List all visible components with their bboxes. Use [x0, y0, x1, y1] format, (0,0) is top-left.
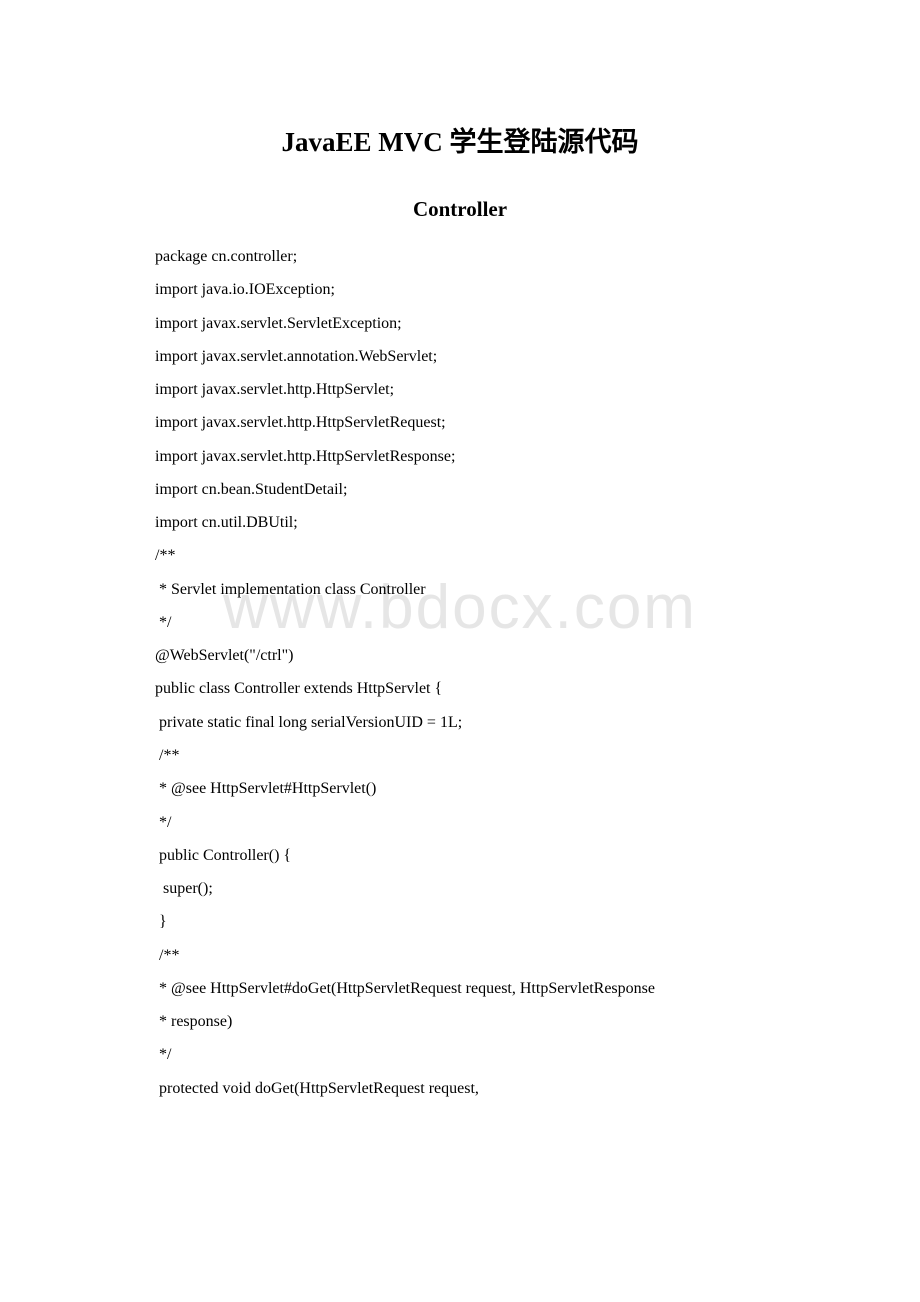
code-line: import java.io.IOException;: [155, 273, 765, 306]
code-line: */: [155, 1038, 765, 1071]
code-line: }: [155, 905, 765, 938]
code-line: /**: [155, 539, 765, 572]
code-line: super();: [155, 872, 765, 905]
code-line: @WebServlet("/ctrl"): [155, 639, 765, 672]
code-block: package cn.controller; import java.io.IO…: [155, 240, 765, 1105]
code-line: */: [155, 606, 765, 639]
code-line: * response): [155, 1005, 765, 1038]
document-title: JavaEE MVC 学生登陆源代码: [155, 120, 765, 159]
code-line: import javax.servlet.ServletException;: [155, 307, 765, 340]
code-line: private static final long serialVersionU…: [155, 706, 765, 739]
code-line: * @see HttpServlet#doGet(HttpServletRequ…: [155, 972, 765, 1005]
code-line: * Servlet implementation class Controlle…: [155, 573, 765, 606]
code-line: public class Controller extends HttpServ…: [155, 672, 765, 705]
code-line: */: [155, 806, 765, 839]
code-line: import javax.servlet.annotation.WebServl…: [155, 340, 765, 373]
section-subtitle: Controller: [155, 197, 765, 222]
code-line: import cn.util.DBUtil;: [155, 506, 765, 539]
code-line: package cn.controller;: [155, 240, 765, 273]
code-line: import javax.servlet.http.HttpServletReq…: [155, 406, 765, 439]
document-content: JavaEE MVC 学生登陆源代码 Controller package cn…: [155, 120, 765, 1105]
code-line: /**: [155, 739, 765, 772]
code-line: * @see HttpServlet#HttpServlet(): [155, 772, 765, 805]
code-line: import javax.servlet.http.HttpServletRes…: [155, 440, 765, 473]
code-line: import cn.bean.StudentDetail;: [155, 473, 765, 506]
code-line: import javax.servlet.http.HttpServlet;: [155, 373, 765, 406]
code-line: /**: [155, 939, 765, 972]
code-line: protected void doGet(HttpServletRequest …: [155, 1072, 765, 1105]
code-line: public Controller() {: [155, 839, 765, 872]
